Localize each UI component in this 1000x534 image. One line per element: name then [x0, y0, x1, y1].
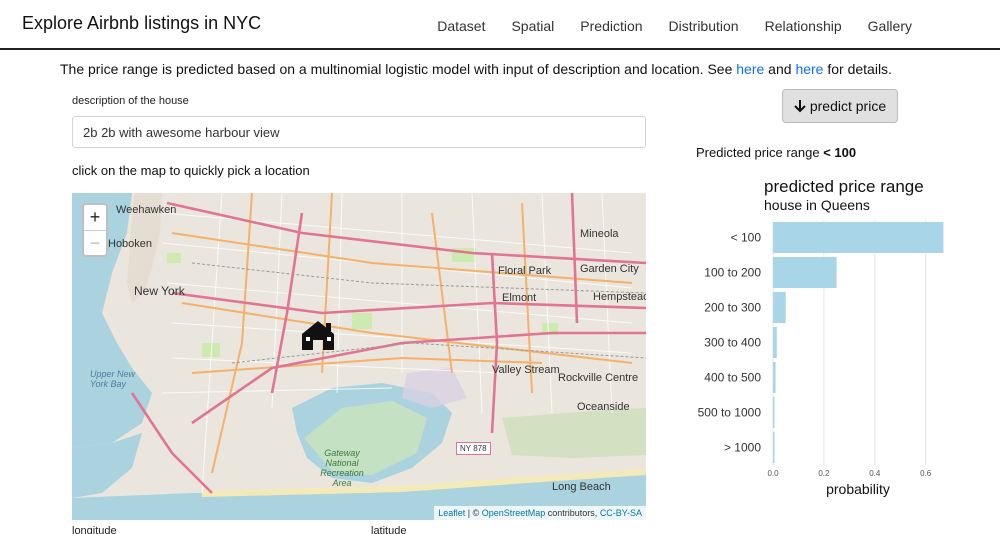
map-label: Hoboken [108, 238, 153, 250]
map-label: Oceanside [577, 401, 630, 413]
price-probability-chart: predicted price range house in Queens < … [698, 177, 944, 497]
location-map[interactable]: + − Weehawken Hoboken New York Upper New… [72, 193, 646, 520]
map-label: Floral Park [498, 265, 552, 277]
bar[interactable] [773, 327, 777, 358]
x-tick-label: 0.6 [920, 469, 932, 478]
nav-spatial[interactable]: Spatial [511, 18, 554, 34]
chart-subtitle: house in Queens [764, 197, 870, 213]
nav-prediction[interactable]: Prediction [580, 18, 642, 34]
map-label: Rockville Centre [558, 372, 639, 384]
bar[interactable] [773, 292, 786, 323]
details-link-1[interactable]: here [736, 61, 764, 77]
map-label: Upper New York Bay [90, 369, 136, 389]
y-tick-label: 500 to 1000 [698, 406, 762, 420]
bar[interactable] [773, 397, 775, 428]
osm-link[interactable]: OpenStreetMap [482, 508, 546, 518]
chart-title: predicted price range [764, 177, 924, 196]
x-axis-label: probability [826, 481, 890, 497]
details-link-2[interactable]: here [795, 61, 823, 77]
predicted-range-text: Predicted price range < 100 [696, 145, 857, 160]
navbar: Explore Airbnb listings in NYC Dataset S… [0, 0, 1000, 50]
latitude-label: latitude [371, 525, 407, 534]
y-tick-label: > 1000 [724, 441, 761, 455]
y-tick-label: 400 to 500 [704, 371, 761, 385]
predict-price-button[interactable]: predict price [782, 89, 898, 123]
license-link[interactable]: CC-BY-SA [600, 508, 642, 518]
bar[interactable] [773, 432, 775, 463]
zoom-in-button[interactable]: + [84, 205, 106, 230]
x-tick-label: 0.4 [869, 469, 881, 478]
map-label: Mineola [580, 228, 619, 240]
predict-button-label: predict price [809, 98, 887, 114]
predicted-range-value: < 100 [823, 145, 857, 160]
nav-menu: Dataset Spatial Prediction Distribution … [411, 18, 912, 34]
y-tick-label: 200 to 300 [704, 301, 761, 315]
nav-gallery[interactable]: Gallery [868, 18, 912, 34]
nav-distribution[interactable]: Distribution [669, 18, 739, 34]
map-hint: click on the map to quickly pick a locat… [72, 163, 310, 178]
map-label: Long Beach [552, 481, 611, 493]
y-tick-label: < 100 [731, 231, 762, 245]
leaflet-link[interactable]: Leaflet [438, 508, 465, 518]
longitude-label: longitude [72, 525, 117, 534]
description-label: description of the house [72, 95, 189, 107]
nav-relationship[interactable]: Relationship [765, 18, 842, 34]
arrow-down-icon [794, 100, 806, 113]
app-title[interactable]: Explore Airbnb listings in NYC [22, 13, 261, 34]
intro-text: The price range is predicted based on a … [60, 61, 892, 77]
map-label: Weehawken [116, 204, 177, 216]
zoom-control: + − [82, 203, 108, 257]
x-tick-label: 0.2 [818, 469, 830, 478]
map-attribution: Leaflet | © OpenStreetMap contributors, … [434, 506, 646, 520]
map-label: NY 878 [456, 442, 491, 455]
bar[interactable] [773, 257, 837, 288]
map-label: Gateway National Recreation Area [320, 448, 364, 488]
zoom-out-button[interactable]: − [84, 230, 106, 255]
map-label: Hempstead [593, 291, 646, 303]
bar[interactable] [773, 222, 944, 253]
description-input[interactable] [72, 116, 646, 148]
nav-dataset[interactable]: Dataset [437, 18, 485, 34]
bar[interactable] [773, 362, 776, 393]
map-label: Garden City [580, 263, 639, 275]
x-tick-label: 0.0 [767, 469, 779, 478]
map-label: New York [134, 284, 185, 298]
y-tick-label: 300 to 400 [704, 336, 761, 350]
y-tick-label: 100 to 200 [704, 266, 761, 280]
map-label: Valley Stream [492, 364, 560, 376]
map-label: Elmont [502, 292, 537, 304]
